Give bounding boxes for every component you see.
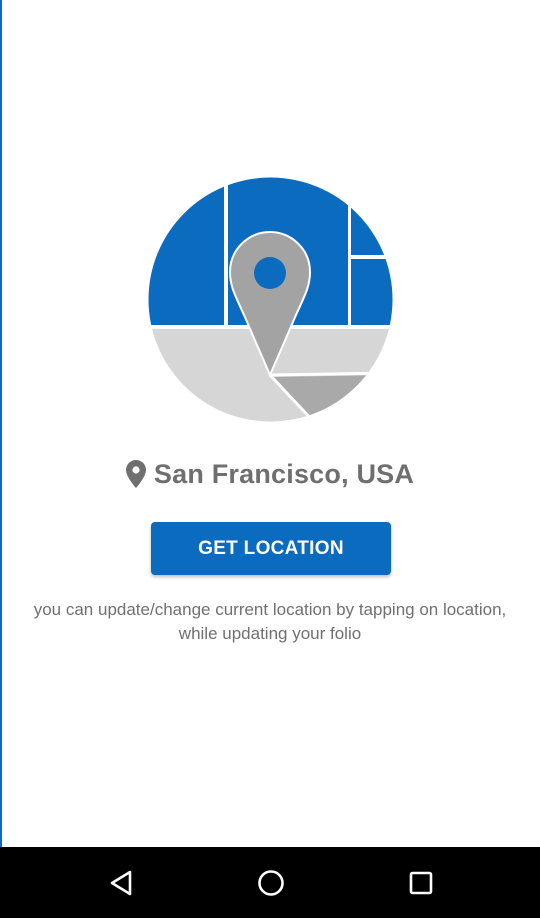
- location-label: San Francisco, USA: [153, 458, 415, 489]
- map-pin-icon: [125, 460, 146, 488]
- recents-square-icon: [409, 871, 433, 894]
- map-illustration: [148, 177, 393, 422]
- home-button[interactable]: [226, 847, 316, 918]
- current-location[interactable]: San Francisco, USA: [0, 452, 540, 496]
- content-area: San Francisco, USA GET LOCATION you can …: [0, 0, 540, 847]
- home-circle-icon: [258, 869, 284, 896]
- recents-button[interactable]: [376, 847, 466, 918]
- back-button[interactable]: [76, 847, 166, 918]
- get-location-button[interactable]: GET LOCATION: [151, 522, 391, 575]
- system-navigation-bar: [0, 847, 540, 918]
- location-screen: San Francisco, USA GET LOCATION you can …: [0, 0, 540, 918]
- back-triangle-icon: [110, 870, 132, 895]
- helper-text: you can update/change current location b…: [33, 600, 507, 643]
